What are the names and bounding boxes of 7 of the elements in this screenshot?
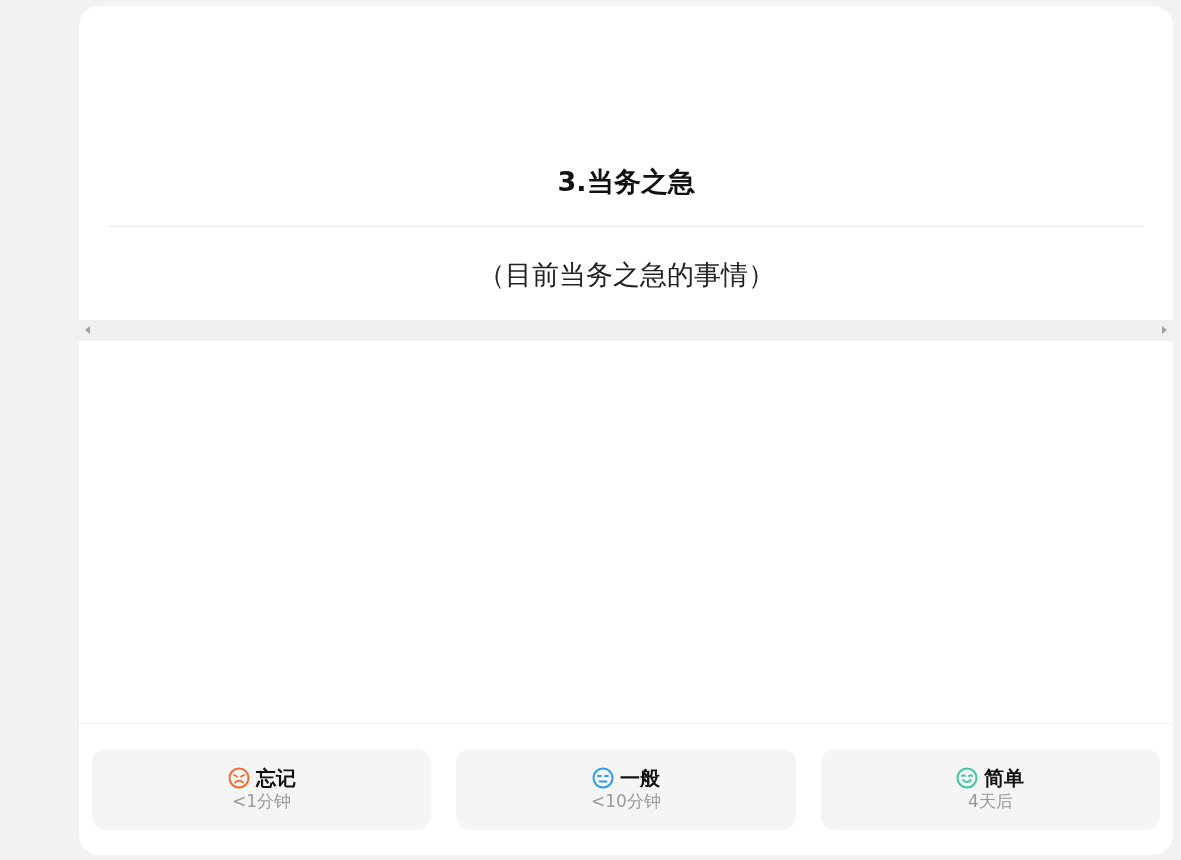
answer-button[interactable]: 一般 <10分钟 (456, 749, 796, 830)
card-title: 3.当务之急 (556, 166, 696, 199)
answer-button[interactable]: 忘记 <1分钟 (92, 749, 432, 830)
scroll-right-icon[interactable] (1162, 326, 1167, 335)
scroll-left-icon[interactable] (85, 326, 90, 335)
answer-button[interactable]: 简单 4天后 (820, 749, 1160, 830)
card-subtitle: （目前当务之急的事情） (477, 259, 775, 291)
